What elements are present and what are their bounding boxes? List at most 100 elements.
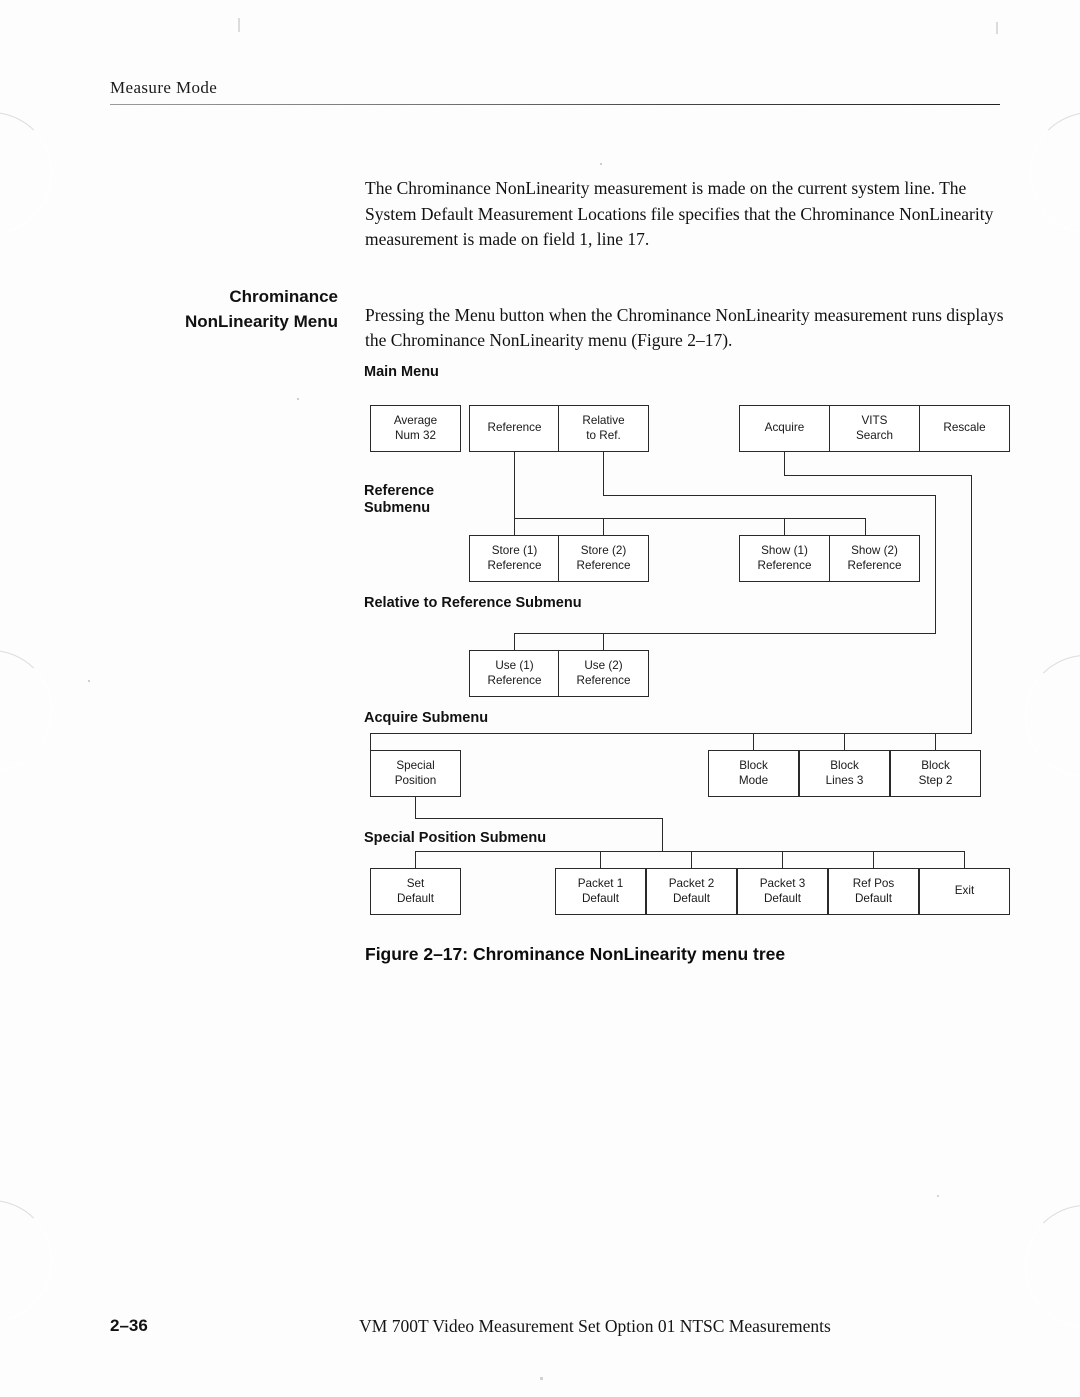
scan-artifact-arc-top-left — [0, 112, 52, 234]
menu-node-ref-pos-line2: Default — [854, 891, 893, 905]
menu-node-store-2-line1: Store (2) — [580, 544, 627, 557]
scan-artifact-speck-3 — [600, 163, 602, 165]
menu-node-packet-3-line1: Packet 3 — [759, 877, 806, 890]
connector-special-position-stem — [370, 733, 372, 750]
menu-node-show-1-reference[interactable]: Show (1) Reference — [739, 535, 830, 582]
menu-node-block-step-line1: Block — [921, 759, 950, 772]
menu-node-use-2-line2: Reference — [576, 673, 631, 687]
menu-node-store-1-reference[interactable]: Store (1) Reference — [469, 535, 560, 582]
connector-special-position-right-run — [415, 818, 663, 820]
menu-node-use-2-reference[interactable]: Use (2) Reference — [558, 650, 649, 697]
menu-node-packet-3-default[interactable]: Packet 3 Default — [737, 868, 828, 915]
connector-ref-pos-stem — [873, 851, 875, 868]
connector-block-lines-stem — [844, 733, 846, 750]
scan-artifact-speck-1 — [238, 18, 240, 32]
menu-node-average-num-line1: Average — [393, 414, 438, 427]
figure-section-label-relative-to-reference-submenu: Relative to Reference Submenu — [364, 595, 582, 611]
menu-node-packet-1-line1: Packet 1 — [577, 877, 624, 890]
connector-set-default-stem — [415, 851, 417, 868]
connector-relative-drop — [603, 452, 605, 495]
menu-node-relative-to-ref-line2: to Ref. — [586, 428, 621, 442]
connector-use-1-stem — [514, 633, 516, 650]
connector-acquire-drop — [784, 452, 786, 475]
menu-node-ref-pos-default[interactable]: Ref Pos Default — [828, 868, 919, 915]
menu-node-packet-1-default[interactable]: Packet 1 Default — [555, 868, 646, 915]
scan-artifact-arc-mid-right — [1025, 655, 1080, 777]
scan-artifact-speck-7 — [937, 1195, 939, 1197]
menu-paragraph-text: Pressing the Menu button when the Chromi… — [365, 304, 1004, 351]
menu-node-block-lines[interactable]: Block Lines 3 — [799, 750, 890, 797]
menu-node-packet-2-line1: Packet 2 — [668, 877, 715, 890]
menu-node-set-default-line2: Default — [396, 891, 435, 905]
menu-node-reference[interactable]: Reference — [469, 405, 560, 452]
menu-node-acquire-line1: Acquire — [764, 421, 805, 435]
scan-artifact-speck-5 — [88, 680, 90, 682]
menu-node-store-2-reference[interactable]: Store (2) Reference — [558, 535, 649, 582]
menu-node-packet-2-line2: Default — [672, 891, 711, 905]
connector-block-step-stem — [935, 733, 937, 750]
intro-paragraph-text: The Chrominance NonLinearity measurement… — [365, 178, 994, 249]
menu-node-block-lines-line1: Block — [830, 759, 859, 772]
figure-section-label-main-menu: Main Menu — [364, 364, 439, 380]
connector-relative-down-run — [935, 495, 937, 633]
menu-node-show-2-reference[interactable]: Show (2) Reference — [829, 535, 920, 582]
document-page: Measure Mode The Chrominance NonLinearit… — [0, 0, 1080, 1397]
menu-node-show-2-line2: Reference — [847, 558, 902, 572]
scan-artifact-arc-mid-left — [0, 650, 52, 772]
running-head: Measure Mode — [110, 78, 218, 97]
menu-node-block-step[interactable]: Block Step 2 — [890, 750, 981, 797]
connector-store-2-stem — [603, 518, 605, 535]
header-rule — [110, 104, 1000, 105]
connector-exit-stem — [964, 851, 966, 868]
footer-title: VM 700T Video Measurement Set Option 01 … — [359, 1316, 831, 1336]
scan-artifact-arc-bottom-left — [0, 1200, 52, 1322]
menu-tree-figure: Main Menu Reference Submenu Relative to … — [355, 355, 1015, 975]
menu-node-set-default[interactable]: Set Default — [370, 868, 461, 915]
menu-node-block-mode[interactable]: Block Mode — [708, 750, 799, 797]
menu-node-block-mode-line1: Block — [739, 759, 768, 772]
figure-section-label-reference-submenu: Reference Submenu — [364, 483, 435, 516]
menu-node-block-mode-line2: Mode — [738, 773, 769, 787]
connector-block-mode-stem — [753, 733, 755, 750]
figure-section-label-acquire-submenu: Acquire Submenu — [364, 710, 489, 726]
menu-node-rescale[interactable]: Rescale — [919, 405, 1010, 452]
menu-node-block-step-line2: Step 2 — [918, 773, 953, 787]
menu-node-exit[interactable]: Exit — [919, 868, 1010, 915]
menu-node-vits-search[interactable]: VITS Search — [829, 405, 920, 452]
menu-node-packet-1-line2: Default — [581, 891, 620, 905]
menu-node-ref-pos-line1: Ref Pos — [852, 877, 895, 890]
menu-node-relative-to-ref[interactable]: Relative to Ref. — [558, 405, 649, 452]
menu-node-use-1-reference[interactable]: Use (1) Reference — [469, 650, 560, 697]
scan-artifact-arc-top-right — [1030, 112, 1080, 234]
connector-use-2-stem — [603, 633, 605, 650]
connector-relative-submenu-bus — [514, 633, 936, 635]
menu-node-store-1-line1: Store (1) — [491, 544, 538, 557]
scan-artifact-speck-4 — [297, 398, 299, 400]
connector-special-position-drop — [415, 797, 417, 818]
connector-acquire-down-run — [971, 475, 973, 733]
scan-artifact-speck-2 — [996, 22, 998, 34]
menu-node-vits-search-line1: VITS — [861, 414, 888, 427]
connector-show-2-stem — [865, 518, 867, 535]
menu-node-block-lines-line2: Lines 3 — [825, 773, 864, 787]
connector-show-1-stem — [784, 518, 786, 535]
menu-node-special-position[interactable]: Special Position — [370, 750, 461, 797]
menu-node-packet-2-default[interactable]: Packet 2 Default — [646, 868, 737, 915]
menu-node-show-2-line1: Show (2) — [851, 544, 898, 557]
menu-node-store-1-line2: Reference — [487, 558, 542, 572]
connector-packet-2-stem — [691, 851, 693, 868]
scan-artifact-speck-6 — [540, 1377, 543, 1380]
intro-paragraph: The Chrominance NonLinearity measurement… — [365, 176, 1010, 253]
connector-reference-drop — [514, 452, 516, 518]
menu-node-packet-3-line2: Default — [763, 891, 802, 905]
menu-node-acquire[interactable]: Acquire — [739, 405, 830, 452]
menu-node-average-num[interactable]: Average Num 32 — [370, 405, 461, 452]
menu-node-rescale-line1: Rescale — [943, 421, 986, 435]
menu-node-use-2-line1: Use (2) — [584, 659, 623, 672]
menu-node-special-position-line2: Position — [394, 773, 437, 787]
figure-section-label-special-position-submenu: Special Position Submenu — [364, 830, 547, 846]
figure-caption: Figure 2–17: Chrominance NonLinearity me… — [365, 944, 786, 964]
menu-node-average-num-line2: Num 32 — [395, 428, 436, 442]
menu-node-show-1-line2: Reference — [757, 558, 812, 572]
connector-special-position-submenu-bus — [415, 851, 965, 853]
